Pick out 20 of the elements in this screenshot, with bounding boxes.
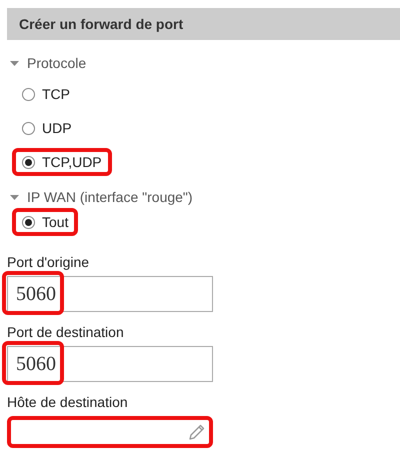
caret-icon[interactable] [10,58,19,68]
field-label: Port d'origine [7,253,90,272]
radio-label[interactable]: TCP,UDP [42,153,102,171]
caret-icon[interactable] [10,192,19,202]
radio-label[interactable]: TCP [42,85,70,103]
input-field[interactable]: 5060 [7,346,213,382]
field-label: Port de destination [7,323,125,342]
pencil-icon[interactable] [189,424,205,440]
input-field[interactable]: 5060 [7,276,213,312]
radio-button[interactable] [22,122,35,134]
section-label: IP WAN (interface "rouge") [27,188,193,207]
section-label: Protocole [27,54,86,72]
radio-button[interactable] [22,156,35,168]
field-label: Hôte de destination [7,393,129,412]
input-field[interactable] [7,416,213,448]
radio-label[interactable]: Tout [42,213,68,231]
radio-label[interactable]: UDP [42,119,72,137]
radio-button[interactable] [22,88,35,100]
panel-title: Créer un forward de port [7,8,400,40]
radio-button[interactable] [22,216,35,228]
